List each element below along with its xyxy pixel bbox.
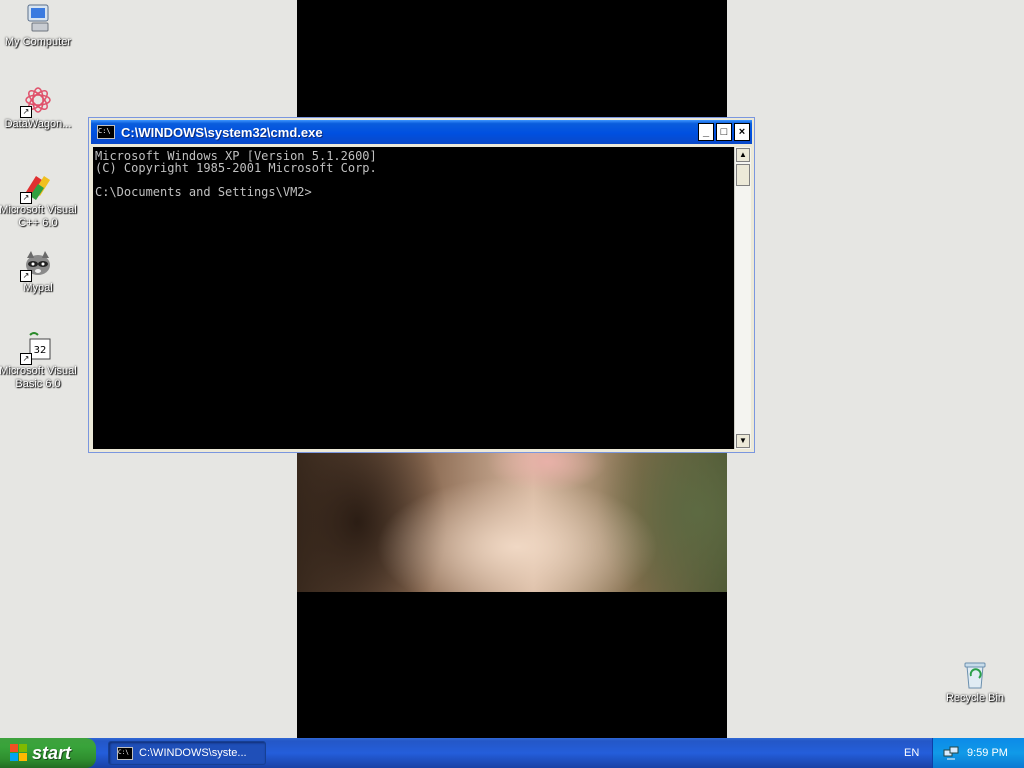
language-indicator[interactable]: EN: [904, 747, 919, 759]
cmd-icon: C:\: [97, 125, 115, 139]
recycle-bin-icon: [959, 658, 991, 690]
system-tray: 9:59 PM: [932, 738, 1024, 768]
cmd-icon: C:\: [117, 746, 133, 760]
taskbar-item-cmd[interactable]: C:\ C:\WINDOWS\syste...: [108, 741, 266, 765]
scroll-thumb[interactable]: [736, 164, 750, 186]
visual-basic-icon: 32 ↗: [20, 331, 54, 365]
title-bar[interactable]: C:\ C:\WINDOWS\system32\cmd.exe _ □ ×: [91, 120, 752, 144]
window-title: C:\WINDOWS\system32\cmd.exe: [121, 124, 323, 140]
start-label: start: [32, 742, 72, 763]
minimize-button[interactable]: _: [698, 123, 714, 141]
vertical-scrollbar[interactable]: ▲ ▼: [734, 147, 751, 449]
close-button[interactable]: ×: [734, 123, 750, 141]
start-button[interactable]: start: [0, 738, 96, 768]
my-computer-icon: [22, 2, 54, 34]
taskbar: start C:\ C:\WINDOWS\syste... EN 9:59 PM: [0, 738, 1024, 768]
desktop-icon-datawagon[interactable]: ↗ DataWagon...: [0, 84, 79, 131]
visual-cpp-icon: ↗: [20, 170, 54, 204]
network-icon[interactable]: [943, 745, 959, 761]
scroll-up-arrow-icon[interactable]: ▲: [736, 148, 750, 162]
wallpaper-photo: [297, 452, 727, 592]
cmd-window[interactable]: C:\ C:\WINDOWS\system32\cmd.exe _ □ × Mi…: [88, 117, 755, 453]
maximize-button[interactable]: □: [716, 123, 732, 141]
windows-logo-icon: [10, 744, 28, 762]
datawagon-icon: ↗: [20, 84, 54, 118]
desktop-icon-visual-cpp[interactable]: ↗ Microsoft Visual C++ 6.0: [0, 170, 79, 230]
desktop-icon-visual-basic[interactable]: 32 ↗ Microsoft Visual Basic 6.0: [0, 331, 79, 391]
clock[interactable]: 9:59 PM: [967, 747, 1008, 759]
desktop-icon-recycle-bin[interactable]: Recycle Bin: [934, 658, 1016, 705]
mypal-raccoon-icon: ↗: [20, 248, 54, 282]
console-output[interactable]: Microsoft Windows XP [Version 5.1.2600] …: [93, 147, 734, 449]
taskbar-item-label: C:\WINDOWS\syste...: [139, 747, 247, 759]
svg-text:32: 32: [34, 345, 47, 356]
scroll-down-arrow-icon[interactable]: ▼: [736, 434, 750, 448]
desktop-icon-mypal[interactable]: ↗ Mypal: [0, 248, 79, 295]
desktop-icon-my-computer[interactable]: My Computer: [0, 2, 79, 49]
